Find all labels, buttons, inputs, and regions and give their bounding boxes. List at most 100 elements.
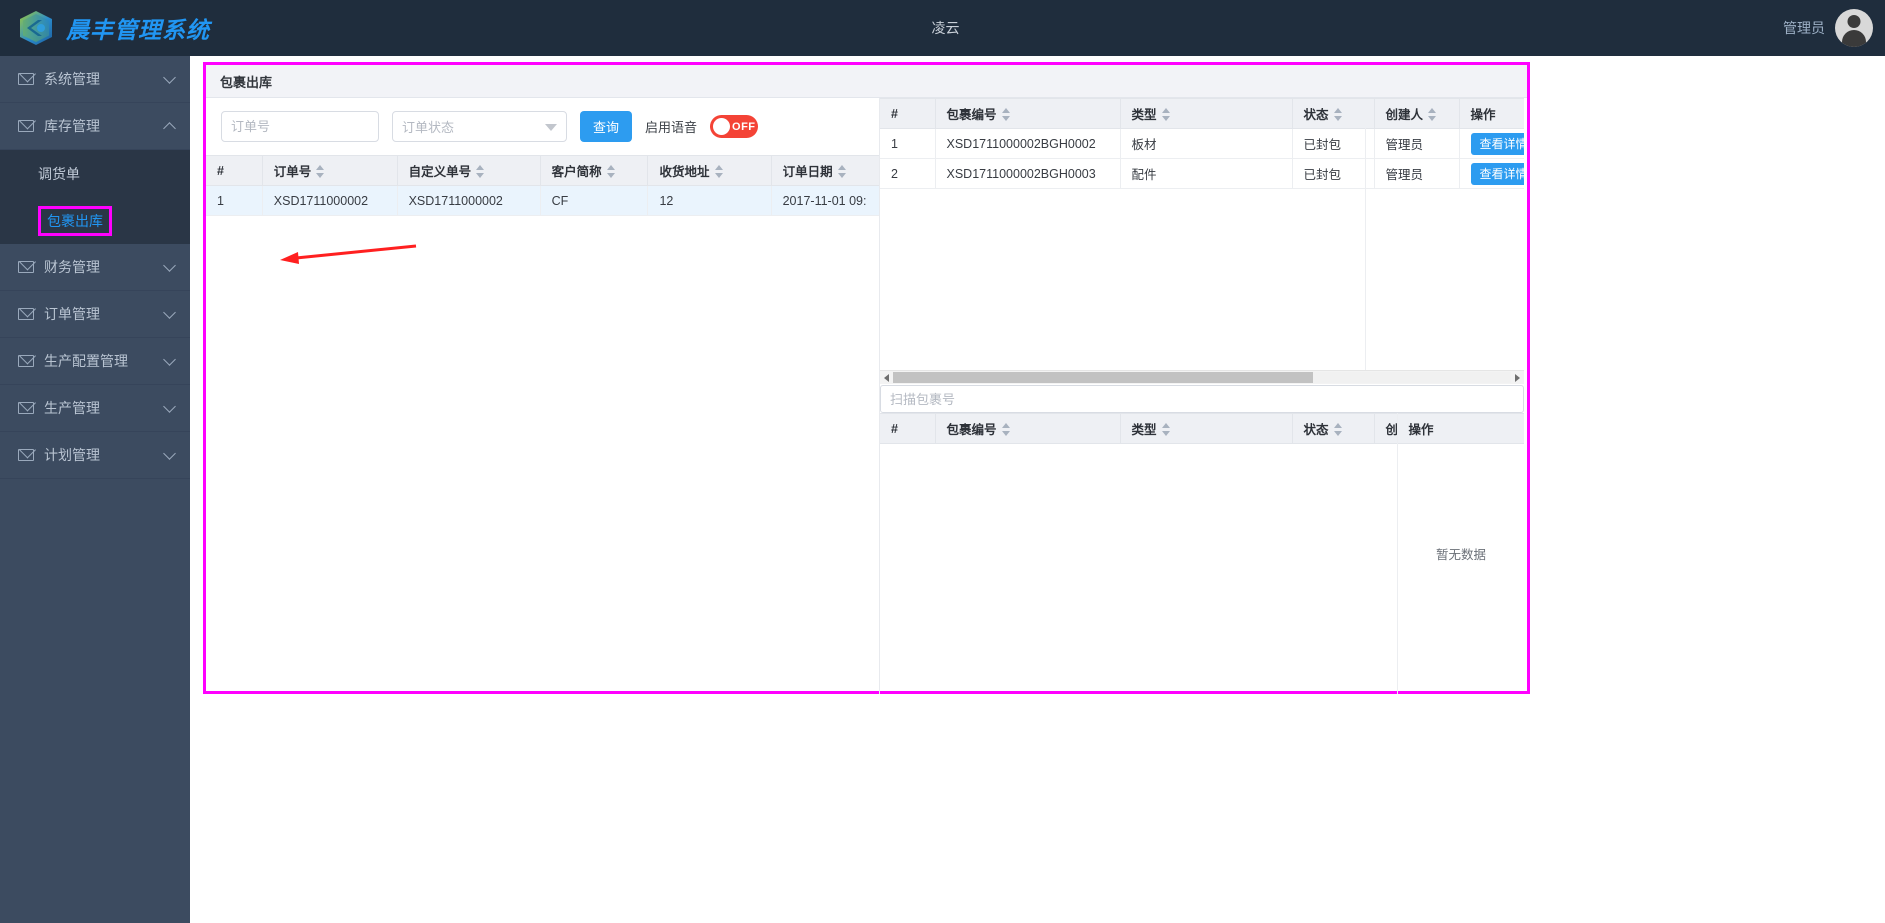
orders-col-date[interactable]: 订单日期: [771, 155, 879, 186]
user-name: 管理员: [1783, 20, 1825, 36]
sort-icon[interactable]: [1333, 423, 1343, 436]
sort-icon[interactable]: [1161, 108, 1171, 121]
search-toolbar: 订单状态 查询 启用语音 OFF: [206, 98, 879, 155]
sidebar-item-finance[interactable]: 财务管理: [0, 244, 190, 291]
packages-cell-package-no: XSD1711000002BGH0003: [935, 158, 1121, 189]
view-detail-button[interactable]: 查看详情: [1470, 132, 1524, 155]
scanned-col-package-no[interactable]: 包裹编号: [935, 413, 1121, 444]
scrollbar-thumb[interactable]: [893, 372, 1314, 383]
chevron-down-icon: [545, 124, 557, 131]
packages-cell-creator: 管理员: [1374, 128, 1460, 159]
orders-cell-index: 1: [206, 185, 263, 216]
table-row[interactable]: 1 XSD1711000002 XSD1711000002 CF 12 2017…: [206, 185, 879, 216]
page-title: 凌云: [931, 20, 960, 36]
sort-icon[interactable]: [1161, 423, 1171, 436]
packages-cell-action: 查看详情: [1459, 158, 1524, 189]
orders-col-order-no[interactable]: 订单号: [262, 155, 398, 186]
scanned-col-index: #: [880, 413, 936, 444]
top-bar: 晨丰管理系统 凌云 管理员: [0, 0, 1885, 56]
sort-icon[interactable]: [1333, 108, 1343, 121]
sort-icon[interactable]: [837, 165, 847, 178]
orders-cell-order-no: XSD1711000002: [262, 185, 398, 216]
table-row[interactable]: 2 XSD1711000002BGH0003 配件 已封包 管理员 查看详情: [880, 158, 1524, 189]
content-area: 包裹出库 订单状态 查询 启用语音 OFF: [190, 56, 1885, 923]
voice-toggle-label: 启用语音: [645, 120, 698, 135]
column-divider: [1365, 128, 1366, 370]
packages-col-package-no[interactable]: 包裹编号: [935, 98, 1121, 129]
empty-state: 暂无数据: [1397, 413, 1524, 694]
sort-icon[interactable]: [1001, 423, 1011, 436]
sidebar-subitem-label: 调货单: [38, 165, 80, 182]
sidebar-item-label: 订单管理: [44, 306, 100, 322]
packages-cell-creator: 管理员: [1374, 158, 1460, 189]
panel-header: 包裹出库: [206, 65, 1527, 98]
packages-horizontal-scrollbar[interactable]: [880, 370, 1524, 384]
orders-table-header-row: # 订单号 自定义单号 客户简称 收货地址 订单日期: [206, 155, 879, 186]
orders-col-custom-no[interactable]: 自定义单号: [397, 155, 541, 186]
view-detail-button[interactable]: 查看详情: [1470, 162, 1524, 185]
scrollbar-track[interactable]: [893, 372, 1511, 383]
packages-column: # 包裹编号 类型 状态 创建人 操作 1 XSD1711000002BGH00…: [880, 98, 1524, 694]
sidebar-submenu-inventory: 调货单 包裹出库: [0, 150, 190, 244]
table-row[interactable]: 1 XSD1711000002BGH0002 板材 已封包 管理员 查看详情: [880, 128, 1524, 159]
chevron-down-icon: [163, 70, 176, 84]
caret-right-icon[interactable]: [1511, 371, 1524, 385]
packages-cell-status: 已封包: [1292, 128, 1375, 159]
sidebar-item-transfer-order[interactable]: 调货单: [0, 150, 190, 197]
chevron-down-icon: [163, 352, 176, 366]
packages-table: # 包裹编号 类型 状态 创建人 操作 1 XSD1711000002BGH00…: [880, 98, 1524, 189]
sidebar-item-label: 生产配置管理: [44, 353, 128, 369]
sidebar-item-production-config[interactable]: 生产配置管理: [0, 338, 190, 385]
sort-icon[interactable]: [1428, 108, 1437, 121]
sidebar-item-plan[interactable]: 计划管理: [0, 432, 190, 479]
scanned-col-status[interactable]: 状态: [1292, 413, 1375, 444]
envelope-icon: [18, 402, 34, 414]
packages-cell-type: 板材: [1120, 128, 1293, 159]
packages-col-status[interactable]: 状态: [1292, 98, 1375, 129]
search-button[interactable]: 查询: [580, 111, 633, 142]
packages-col-creator[interactable]: 创建人: [1374, 98, 1460, 129]
sort-icon[interactable]: [714, 165, 724, 178]
orders-column: 订单状态 查询 启用语音 OFF: [206, 98, 880, 694]
sidebar-item-inventory[interactable]: 库存管理: [0, 103, 190, 150]
package-outbound-panel: 包裹出库 订单状态 查询 启用语音 OFF: [203, 62, 1530, 694]
voice-toggle-switch[interactable]: OFF: [710, 115, 759, 138]
sidebar-item-package-outbound[interactable]: 包裹出库: [0, 197, 190, 244]
sidebar-item-label: 财务管理: [44, 259, 100, 275]
sort-icon[interactable]: [1001, 108, 1011, 121]
scanned-col-type[interactable]: 类型: [1120, 413, 1293, 444]
packages-cell-type: 配件: [1120, 158, 1293, 189]
orders-cell-custom-no: XSD1711000002: [397, 185, 541, 216]
envelope-icon: [18, 120, 34, 132]
chevron-down-icon: [163, 399, 176, 413]
packages-cell-package-no: XSD1711000002BGH0002: [935, 128, 1121, 159]
order-no-input[interactable]: [221, 111, 379, 142]
sort-icon[interactable]: [476, 165, 485, 178]
packages-table-wrap: # 包裹编号 类型 状态 创建人 操作 1 XSD1711000002BGH00…: [880, 98, 1524, 370]
empty-state-text: 暂无数据: [1435, 548, 1486, 562]
envelope-icon: [18, 261, 34, 273]
user-area[interactable]: 管理员: [1783, 9, 1885, 47]
caret-left-icon[interactable]: [880, 371, 893, 385]
packages-col-type[interactable]: 类型: [1120, 98, 1293, 129]
scanned-table-wrap: # 包裹编号 类型 状态 创 操作 暂无数据: [880, 413, 1524, 694]
order-status-select[interactable]: 订单状态: [392, 111, 567, 142]
packages-table-header-row: # 包裹编号 类型 状态 创建人 操作: [880, 98, 1524, 129]
sidebar-item-order[interactable]: 订单管理: [0, 291, 190, 338]
sidebar-item-label: 系统管理: [44, 71, 100, 87]
sort-icon[interactable]: [606, 165, 616, 178]
sidebar-item-system[interactable]: 系统管理: [0, 56, 190, 103]
chevron-up-icon: [163, 121, 176, 135]
envelope-icon: [18, 308, 34, 320]
toggle-state-label: OFF: [732, 120, 756, 133]
orders-cell-address: 12: [647, 185, 772, 216]
envelope-icon: [18, 355, 34, 367]
sort-icon[interactable]: [316, 165, 325, 178]
sidebar-item-production[interactable]: 生产管理: [0, 385, 190, 432]
scanned-col-creator: 创: [1374, 413, 1398, 444]
orders-col-customer[interactable]: 客户简称: [540, 155, 649, 186]
scan-package-input[interactable]: [880, 385, 1524, 413]
user-avatar-icon[interactable]: [1835, 9, 1873, 47]
orders-cell-date: 2017-11-01 09:: [771, 185, 879, 216]
orders-col-address[interactable]: 收货地址: [647, 155, 772, 186]
